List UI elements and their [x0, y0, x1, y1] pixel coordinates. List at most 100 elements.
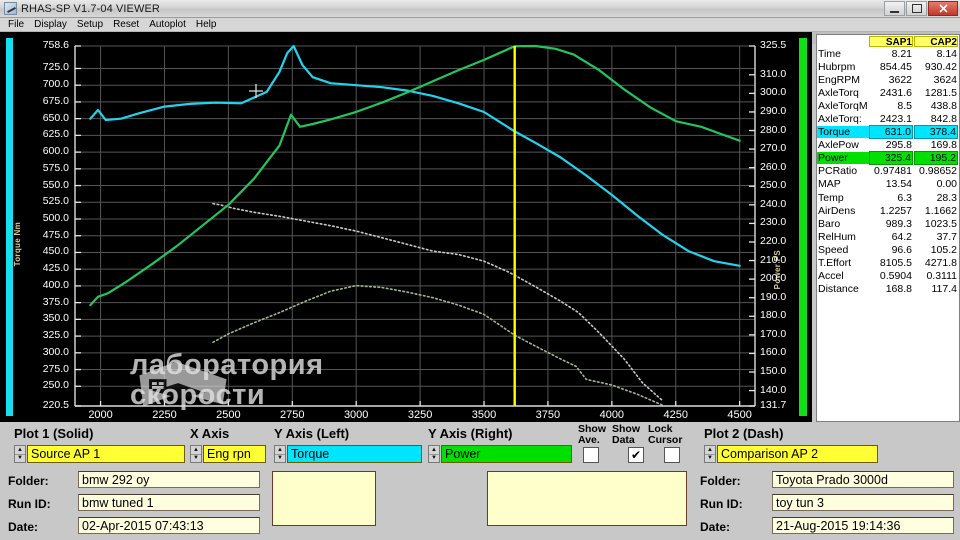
readout-value-sap1: 2423.1: [879, 113, 912, 126]
show-ave-checkbox[interactable]: [583, 447, 599, 463]
right-note-box[interactable]: [487, 471, 687, 526]
maximize-button[interactable]: [906, 1, 927, 16]
readout-value-sap1: 8.5: [897, 99, 912, 112]
menu-reset[interactable]: Reset: [108, 18, 144, 31]
right-date-field[interactable]: 21-Aug-2015 19:14:36: [772, 517, 954, 534]
close-icon: [938, 4, 948, 13]
readout-value-cap2: 117.4: [931, 283, 958, 296]
yright-spinner-up[interactable]: ▲: [429, 446, 439, 455]
yleft-spinner-down[interactable]: ▼: [275, 455, 285, 463]
readout-row-name: Distance: [818, 283, 859, 296]
right-folder-field[interactable]: Toyota Prado 3000d: [772, 471, 954, 488]
x-tick-label: 2750: [280, 409, 305, 421]
yleft-spinner-up[interactable]: ▲: [275, 446, 285, 455]
plot1-select[interactable]: Source AP 1: [27, 445, 185, 463]
plot-area[interactable]: Torque Nm Power PS 758.6 725.0 700.0 675.0 6…: [0, 32, 812, 422]
plot2-spinner-up[interactable]: ▲: [705, 446, 715, 455]
show-ave-label-2: Ave.: [578, 434, 600, 446]
column-header-cap2: CAP2: [914, 36, 958, 48]
y-left-tick-label: 575.0: [42, 161, 69, 174]
readout-row-name: Baro: [818, 217, 841, 230]
right-runid-field[interactable]: toy tun 3: [772, 494, 954, 511]
readout-value-cap2: 3624: [933, 73, 957, 86]
readout-row-name: EngRPM: [818, 73, 861, 86]
yleft-spinner[interactable]: ▲ ▼: [274, 445, 286, 463]
left-date-field[interactable]: 02-Apr-2015 07:43:13: [78, 517, 260, 534]
window-title: RHAS-SP V1.7-04 VIEWER: [21, 2, 160, 15]
xaxis-spinner[interactable]: ▲ ▼: [190, 445, 202, 463]
readout-value-sap1: 168.8: [885, 283, 912, 296]
y-left-tick-label: 625.0: [42, 128, 69, 141]
application-window: RHAS-SP V1.7-04 VIEWER File Display Setu…: [0, 0, 960, 540]
y-left-tick-label: 325.0: [42, 329, 69, 342]
readout-row: MAP 13.54 0.00: [817, 178, 959, 191]
close-button[interactable]: [928, 1, 958, 16]
plot-canvas[interactable]: [13, 38, 799, 416]
left-folder-field[interactable]: bmw 292 oy: [78, 471, 260, 488]
plot1-spinner-up[interactable]: ▲: [15, 446, 25, 455]
yright-spinner-down[interactable]: ▼: [429, 455, 439, 463]
y-right-tick-label: 190.0: [760, 290, 787, 303]
y-right-tick-label: 220.0: [760, 234, 787, 247]
readout-value-sap1: 3622: [888, 73, 912, 86]
menu-display[interactable]: Display: [29, 18, 72, 31]
left-folder-label: Folder:: [8, 474, 49, 488]
plot2-spinner[interactable]: ▲ ▼: [704, 445, 716, 463]
y-left-tick-label: 725.0: [42, 61, 69, 74]
readout-value-cap2: 842.8: [930, 113, 957, 126]
y-right-tick-label: 325.5: [760, 39, 787, 51]
xaxis-spinner-down[interactable]: ▼: [191, 455, 201, 463]
readout-row: RelHum 64.2 37.7: [817, 230, 959, 243]
left-axis-color-bar: [6, 38, 13, 416]
yright-select[interactable]: Power: [441, 445, 572, 463]
left-runid-field[interactable]: bmw tuned 1: [78, 494, 260, 511]
show-data-label-2: Data: [612, 434, 635, 446]
readout-value-cap2: 1023.5: [924, 217, 957, 230]
readout-row: AxleTorq: 2423.1 842.8: [817, 112, 959, 125]
readout-row-name: Hubrpm: [818, 60, 856, 73]
left-note-box[interactable]: [272, 471, 376, 526]
plot2-label: Plot 2 (Dash): [704, 426, 784, 441]
watermark-logo: [139, 361, 227, 407]
y-axis-left-title: Torque Nm: [13, 222, 22, 267]
readout-value-cap2: 0.3111: [926, 270, 957, 283]
readout-value-cap2: 930.42: [924, 60, 957, 73]
y-right-tick-label: 200.0: [760, 272, 787, 285]
y-left-tick-label: 450.0: [42, 245, 69, 258]
xaxis-select[interactable]: Eng rpn: [203, 445, 266, 463]
yright-spinner[interactable]: ▲ ▼: [428, 445, 440, 463]
plot1-spinner-down[interactable]: ▼: [15, 455, 25, 463]
y-left-tick-label: 375.0: [42, 295, 69, 308]
y-right-tick-label: 300.0: [760, 86, 787, 99]
readout-row-name: Power: [817, 152, 869, 165]
yleft-select[interactable]: Torque: [287, 445, 422, 463]
xaxis-spinner-up[interactable]: ▲: [191, 446, 201, 455]
y-right-tick-label: 140.0: [760, 383, 787, 396]
menu-autoplot[interactable]: Autoplot: [144, 18, 191, 31]
minimize-button[interactable]: [884, 1, 905, 16]
right-date-label: Date:: [700, 520, 731, 534]
readout-value-sap1: 13.54: [885, 178, 912, 191]
readout-value-cap2: 4271.8: [924, 257, 957, 270]
y-left-tick-label: 350.0: [42, 312, 69, 325]
readout-value-cap2: 8.14: [936, 47, 957, 60]
readout-value-sap1: 96.6: [891, 243, 912, 256]
menu-setup[interactable]: Setup: [72, 18, 108, 31]
menu-file[interactable]: File: [3, 18, 29, 31]
y-left-tick-label: 220.5: [42, 399, 69, 411]
y-right-tick-label: 170.0: [760, 327, 787, 340]
readout-row: T.Effort 8105.5 4271.8: [817, 257, 959, 270]
lock-cursor-checkbox[interactable]: [664, 447, 680, 463]
y-right-tick-label: 290.0: [760, 104, 787, 117]
x-tick-label: 2000: [88, 409, 113, 421]
menu-help[interactable]: Help: [191, 18, 222, 31]
plot2-spinner-down[interactable]: ▼: [705, 455, 715, 463]
readout-row-name: Speed: [818, 243, 849, 256]
show-data-checkbox[interactable]: ✔: [628, 447, 644, 463]
plot1-spinner[interactable]: ▲ ▼: [14, 445, 26, 463]
left-runid-label: Run ID:: [8, 497, 51, 511]
y-left-tick-label: 250.0: [42, 379, 69, 392]
plot2-select[interactable]: Comparison AP 2: [717, 445, 878, 463]
y-left-tick-label: 758.6: [42, 39, 69, 51]
y-left-tick-label: 650.0: [42, 111, 69, 124]
